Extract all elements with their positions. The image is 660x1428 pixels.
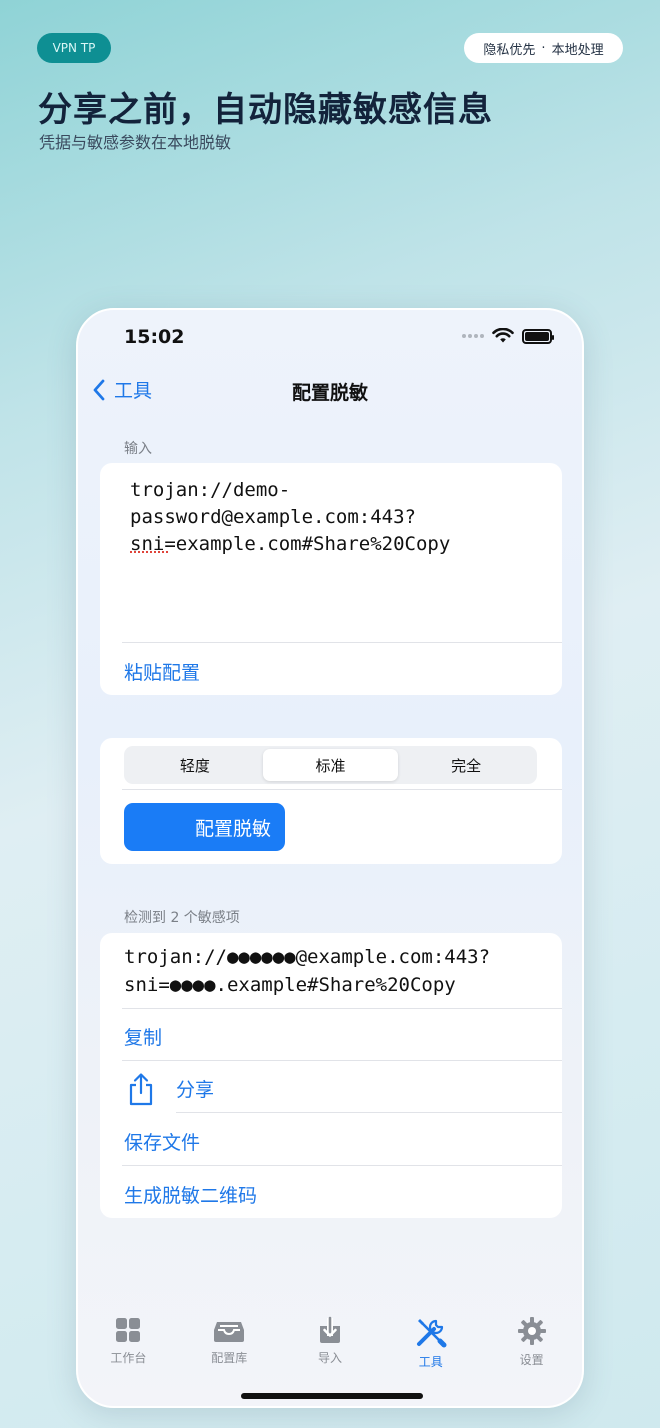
segment-light[interactable]: 轻度	[127, 749, 263, 781]
share-label: 分享	[176, 1079, 215, 1101]
status-time: 15:02	[124, 326, 185, 348]
tab-label: 设置	[519, 1353, 544, 1367]
desensitize-button[interactable]: 配置脱敏	[124, 803, 285, 851]
divider	[122, 642, 562, 643]
tab-config-library[interactable]: 配置库	[179, 1316, 280, 1376]
generate-qr-button[interactable]: 生成脱敏二维码	[124, 1181, 257, 1208]
result-section-label: 检测到 2 个敏感项	[124, 910, 240, 926]
tools-icon	[416, 1319, 447, 1348]
download-icon	[319, 1316, 340, 1343]
tab-label: 工作台	[110, 1351, 147, 1365]
tab-label: 配置库	[211, 1351, 248, 1365]
result-card: trojan://●●●●●●@example.com:443? sni=●●●…	[100, 933, 562, 1218]
share-button[interactable]: 分享	[100, 1060, 562, 1112]
page-title: 配置脱敏	[291, 382, 368, 404]
hero-subtitle: 凭据与敏感参数在本地脱敏	[39, 133, 232, 152]
privacy-right-label: 本地处理	[551, 42, 604, 58]
tab-bar: 工作台 配置库 导入 工具 设置	[78, 1316, 582, 1376]
tab-label: 工具	[418, 1355, 443, 1369]
cellular-signal-icon	[462, 334, 484, 338]
input-card: trojan://demo- password@example.com:443?…	[100, 463, 562, 695]
share-icon	[129, 1073, 153, 1106]
grid-icon	[116, 1318, 141, 1342]
spellcheck-underline	[130, 550, 168, 553]
home-indicator	[241, 1393, 423, 1399]
level-segmented-control[interactable]: 轻度 标准 完全	[124, 746, 537, 784]
tab-workbench[interactable]: 工作台	[78, 1316, 179, 1376]
divider	[122, 789, 562, 790]
battery-icon	[522, 328, 554, 344]
status-icons	[462, 328, 554, 344]
brand-badge: VPN TP	[37, 33, 111, 63]
masked-output: trojan://●●●●●●@example.com:443? sni=●●●…	[124, 946, 491, 996]
tab-settings[interactable]: 设置	[481, 1316, 582, 1376]
tray-icon	[214, 1322, 245, 1342]
segment-full[interactable]: 完全	[398, 749, 534, 781]
tab-import[interactable]: 导入	[280, 1316, 381, 1376]
privacy-badge: 隐私优先 · 本地处理	[464, 33, 623, 63]
tab-label: 导入	[317, 1351, 342, 1365]
divider	[122, 1008, 562, 1009]
paste-config-button[interactable]: 粘贴配置	[124, 658, 200, 685]
tab-tools[interactable]: 工具	[380, 1316, 481, 1376]
hero-title: 分享之前，自动隐藏敏感信息	[38, 90, 493, 130]
privacy-left-label: 隐私优先	[483, 42, 536, 58]
save-file-button[interactable]: 保存文件	[124, 1128, 200, 1155]
config-input[interactable]: trojan://demo- password@example.com:443?…	[130, 477, 540, 558]
segment-standard[interactable]: 标准	[262, 749, 399, 781]
level-card: 轻度 标准 完全 配置脱敏	[100, 738, 562, 864]
divider	[122, 1165, 562, 1166]
input-section-label: 输入	[124, 441, 152, 457]
gear-icon	[517, 1317, 546, 1345]
divider	[176, 1112, 562, 1113]
phone-screen: 15:02 工具 配置脱敏 输入 trojan://demo- password…	[76, 308, 584, 1408]
copy-button[interactable]: 复制	[124, 1023, 162, 1050]
privacy-dot: ·	[541, 40, 546, 56]
wifi-icon	[492, 328, 514, 343]
